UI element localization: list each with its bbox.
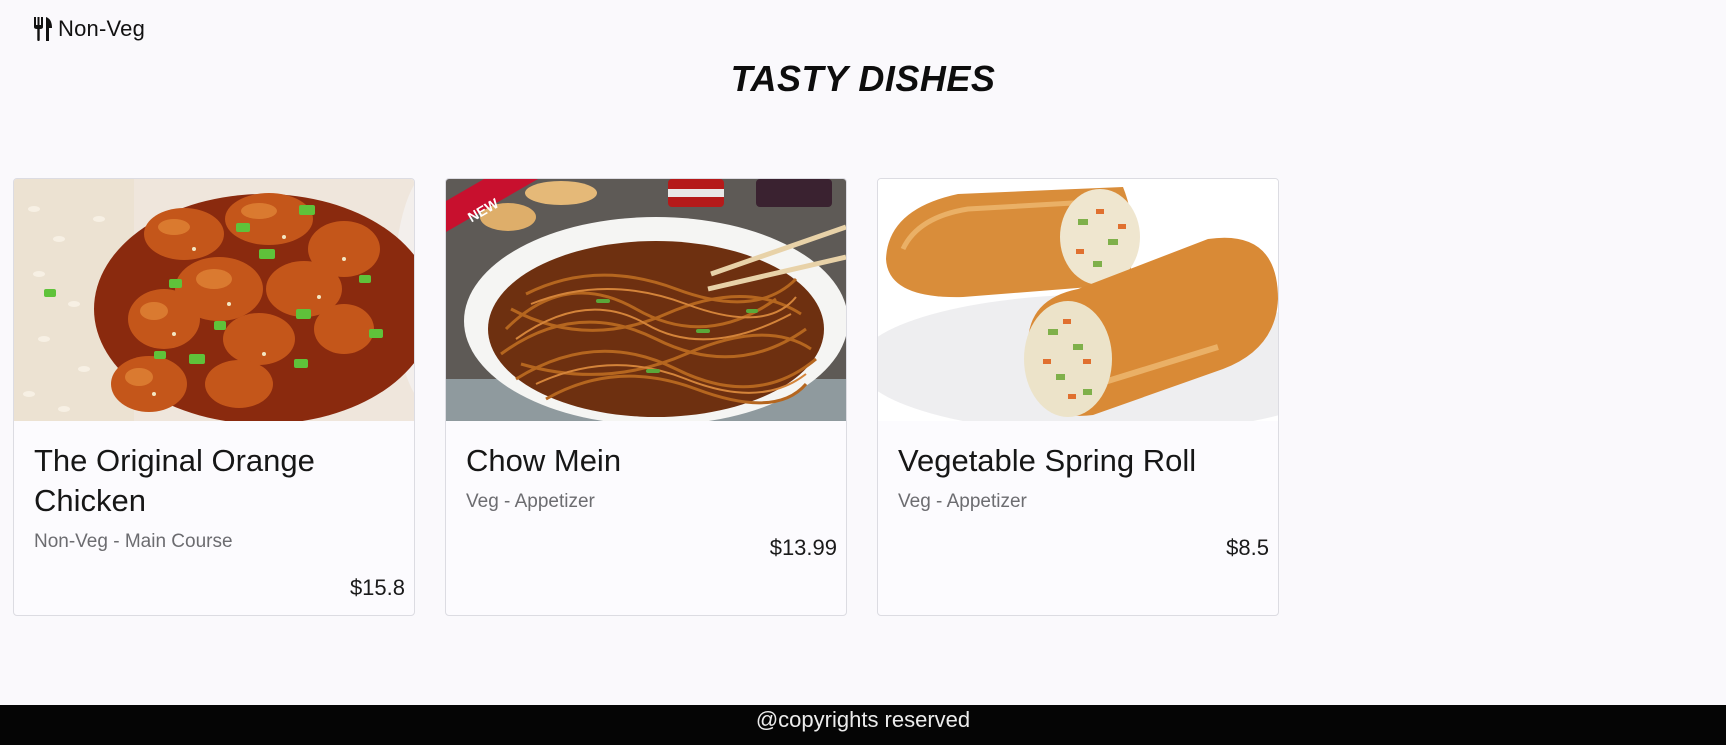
fork-knife-icon [32,16,54,42]
dish-title: Chow Mein [466,443,622,478]
dish-card-list: The Original Orange Chicken Non-Veg - Ma… [13,178,1279,616]
dish-title: Vegetable Spring Roll [898,443,1197,478]
dish-card-chow-mein[interactable]: NEW Chow Mein Veg - Appetizer $13.99 [445,178,847,616]
dish-card-spring-roll[interactable]: Vegetable Spring Roll Veg - Appetizer $8… [877,178,1279,616]
page-title: TASTY DISHES [730,58,996,99]
dish-card-orange-chicken[interactable]: The Original Orange Chicken Non-Veg - Ma… [13,178,415,616]
footer: @copyrights reserved [0,705,1726,745]
dish-price: $13.99 [769,535,837,560]
footer-copyright-text: @copyrights reserved [755,707,971,732]
chow-mein-photo: NEW [446,179,846,421]
dish-category: Non-Veg - Main Course [34,531,233,552]
dish-title: The Original Orange Chicken [34,443,315,518]
spring-roll-photo [878,179,1278,421]
dish-category: Veg - Appetizer [466,491,595,512]
nav-non-veg-link[interactable]: Non-Veg [32,16,145,42]
orange-chicken-photo [14,179,414,421]
nav-label: Non-Veg [58,16,146,41]
dish-price: $8.5 [1226,535,1269,560]
dish-price: $15.8 [349,575,405,600]
dish-category: Veg - Appetizer [898,491,1027,512]
